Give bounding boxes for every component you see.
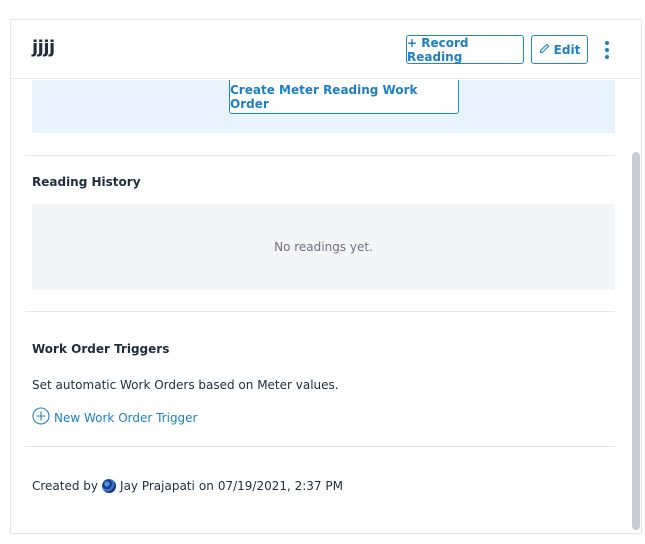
panel-content: Create Meter Reading Work Order Reading …: [11, 80, 641, 533]
section-divider: [25, 446, 615, 447]
work-order-triggers-heading: Work Order Triggers: [32, 342, 170, 356]
empty-readings-text: No readings yet.: [274, 240, 373, 254]
triggers-description: Set automatic Work Orders based on Meter…: [32, 378, 339, 392]
new-trigger-label: New Work Order Trigger: [54, 410, 198, 425]
record-reading-button[interactable]: + Record Reading: [406, 35, 524, 64]
reading-history-empty: No readings yet.: [32, 204, 615, 290]
created-by-label: Created by: [32, 479, 99, 493]
created-by-line: Created by Jay Prajapati on 07/19/2021, …: [32, 479, 343, 493]
work-order-banner: Create Meter Reading Work Order: [32, 80, 615, 133]
record-reading-label: + Record Reading: [407, 35, 469, 64]
edit-button[interactable]: Edit: [531, 35, 588, 64]
reading-history-heading: Reading History: [32, 175, 141, 189]
plus-circle-icon: [32, 407, 50, 428]
section-divider: [25, 311, 615, 312]
meter-title: jjjj: [32, 37, 55, 58]
section-divider: [25, 155, 615, 156]
create-work-order-button[interactable]: Create Meter Reading Work Order: [229, 80, 459, 114]
more-options-icon[interactable]: [600, 39, 614, 61]
avatar: [102, 479, 117, 493]
meter-detail-panel: jjjj + Record Reading Edit Create Meter …: [10, 19, 642, 534]
panel-header: jjjj + Record Reading Edit: [11, 20, 641, 79]
pencil-icon: [539, 43, 550, 57]
vertical-scrollbar[interactable]: [632, 152, 640, 530]
create-work-order-label: Create Meter Reading Work Order: [230, 82, 418, 111]
new-work-order-trigger-link[interactable]: New Work Order Trigger: [32, 407, 198, 428]
edit-label: Edit: [553, 42, 581, 57]
on-label: on: [198, 479, 214, 493]
author-name: Jay Prajapati: [120, 479, 195, 493]
created-timestamp: 07/19/2021, 2:37 PM: [217, 479, 343, 493]
